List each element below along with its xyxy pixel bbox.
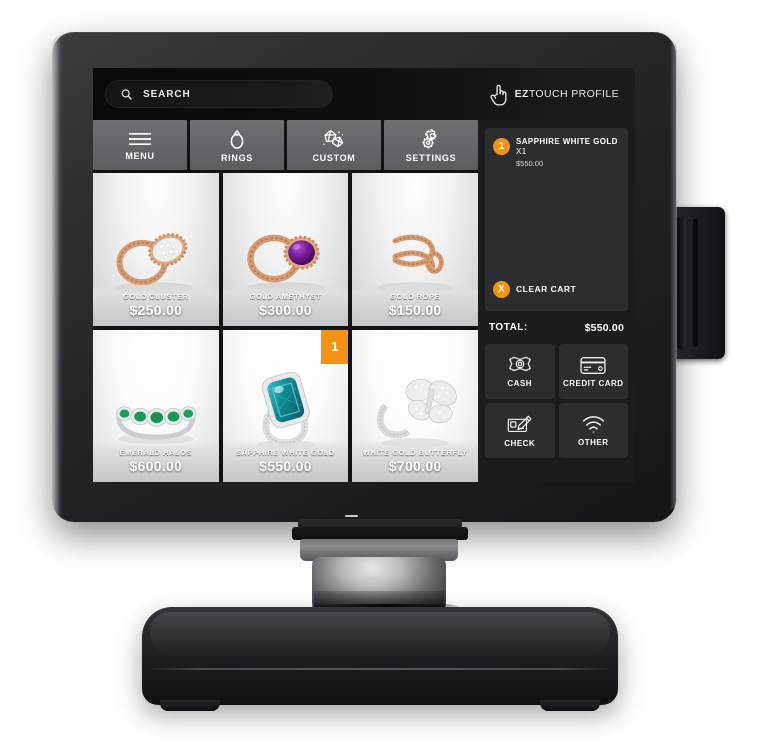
product-caption: GOLD CLUSTER $250.00 (93, 283, 219, 326)
search-input[interactable]: SEARCH (105, 80, 333, 108)
product-caption: WHITE GOLD BUTTERFLY $700.00 (352, 440, 478, 482)
profile-suffix: TOUCH PROFILE (528, 88, 619, 100)
product-caption: GOLD ROPE $150.00 (352, 283, 478, 326)
product-caption: SAPPHIRE WHITE GOLD $550.00 (222, 440, 349, 482)
contactless-wifi-icon (582, 415, 604, 433)
product-price: $600.00 (129, 458, 183, 474)
banknote-icon (508, 356, 531, 372)
cart-item-qty-label: X1 (516, 147, 527, 156)
nav-label-rings: RINGS (220, 152, 253, 163)
product-tile[interactable]: WHITE GOLD BUTTERFLY $700.00 (352, 329, 478, 482)
gem-sparkle-icon (323, 129, 344, 147)
credit-card-icon (580, 356, 606, 374)
cart-total-value: $550.00 (584, 321, 624, 334)
cart-line-item[interactable]: 1 SAPPHIRE WHITE GOLD X1 $550.00 (493, 137, 620, 168)
product-grid: GOLD CLUSTER $250.00 GOLD AMETHYST $300.… (93, 173, 478, 482)
top-bar: SEARCH EZTOUCH PROFILE (93, 68, 635, 120)
product-caption: EMERALD HALOS $600.00 (93, 440, 219, 482)
cart-total-row: TOTAL: $550.00 (485, 311, 628, 344)
product-name: WHITE GOLD BUTTERFLY (362, 448, 468, 457)
product-name: GOLD CLUSTER (122, 291, 189, 301)
product-caption: GOLD AMETHYST $300.00 (222, 283, 349, 326)
payment-button-credit-card[interactable]: CREDIT CARD (558, 344, 628, 399)
monitor-right-edge-highlight (668, 40, 677, 510)
product-tile[interactable]: 1 SAPPHIRE WHITE GOLD $550.00 (222, 329, 349, 482)
payment-button-check[interactable]: CHECK (485, 403, 555, 458)
product-name: EMERALD HALOS (119, 448, 193, 457)
payment-methods-grid: CASH CREDIT CARD CHECK OTHER (485, 344, 628, 458)
payment-label-cash: CASH (507, 379, 533, 388)
pointing-hand-icon (489, 84, 507, 105)
product-tile[interactable]: GOLD ROPE $150.00 (352, 173, 478, 326)
product-tile[interactable]: GOLD CLUSTER $250.00 (93, 173, 219, 326)
eztouch-profile-button[interactable]: EZTOUCH PROFILE (489, 83, 623, 106)
nav-button-custom[interactable]: CUSTOM (287, 120, 381, 170)
cart-item-name: SAPPHIRE WHITE GOLD (516, 137, 618, 146)
payment-label-other: OTHER (578, 437, 609, 447)
clear-cart-label: CLEAR CART (516, 284, 577, 294)
product-name: SAPPHIRE WHITE GOLD (236, 448, 335, 457)
product-name: GOLD AMETHYST (249, 291, 322, 301)
nav-button-rings[interactable]: RINGS (190, 120, 284, 170)
cart-items-box: 1 SAPPHIRE WHITE GOLD X1 $550.00 X CLEAR… (485, 128, 628, 311)
nav-button-menu[interactable]: MENU (93, 120, 187, 170)
clear-cart-button[interactable]: X CLEAR CART (493, 280, 576, 298)
product-tile[interactable]: GOLD AMETHYST $300.00 (222, 173, 349, 326)
profile-prefix: EZ (514, 88, 529, 100)
product-tile[interactable]: EMERALD HALOS $600.00 (93, 329, 219, 482)
product-quantity-badge: 1 (321, 329, 349, 364)
nav-button-settings[interactable]: SETTINGS (384, 120, 478, 170)
hamburger-menu-icon (128, 132, 152, 145)
product-name: GOLD ROPE (390, 291, 441, 301)
touchscreen-display: SEARCH EZTOUCH PROFILE MENU RINGS CUSTOM… (93, 68, 635, 482)
gears-icon (421, 128, 436, 148)
stand-base-highlight (150, 612, 610, 658)
cart-item-qty-badge: 1 (493, 138, 510, 155)
nav-label-custom: CUSTOM (312, 152, 356, 163)
check-pen-icon (507, 415, 532, 432)
stand-foot-left (160, 700, 220, 711)
cart-total-label: TOTAL: (489, 322, 528, 333)
product-price: $550.00 (259, 458, 312, 474)
payment-button-other[interactable]: OTHER (558, 403, 628, 458)
product-price: $250.00 (129, 301, 183, 318)
monitor-left-edge-highlight (52, 34, 64, 518)
eztouch-profile-label: EZTOUCH PROFILE (515, 88, 619, 100)
cart-item-name-row: SAPPHIRE WHITE GOLD X1 (516, 137, 620, 157)
product-price: $300.00 (259, 301, 312, 318)
product-price: $700.00 (388, 458, 442, 474)
nav-label-settings: SETTINGS (405, 152, 457, 163)
cart-item-price: $550.00 (516, 159, 544, 168)
payment-label-credit-card: CREDIT CARD (562, 378, 624, 388)
search-icon (121, 88, 132, 100)
screenshot-root: eelolo SEARCH (0, 0, 760, 752)
cart-panel: 1 SAPPHIRE WHITE GOLD X1 $550.00 X CLEAR… (478, 120, 635, 482)
stand-foot-right (540, 700, 600, 711)
search-placeholder: SEARCH (143, 88, 191, 100)
stand-base-seam (146, 668, 614, 670)
x-close-icon: X (493, 281, 510, 298)
ring-icon (230, 129, 244, 149)
product-price: $150.00 (388, 301, 442, 318)
nav-label-menu: MENU (125, 150, 155, 161)
payment-button-cash[interactable]: CASH (485, 344, 555, 399)
payment-label-check: CHECK (504, 438, 536, 448)
category-nav-bar: MENU RINGS CUSTOM SETTINGS (93, 120, 478, 170)
